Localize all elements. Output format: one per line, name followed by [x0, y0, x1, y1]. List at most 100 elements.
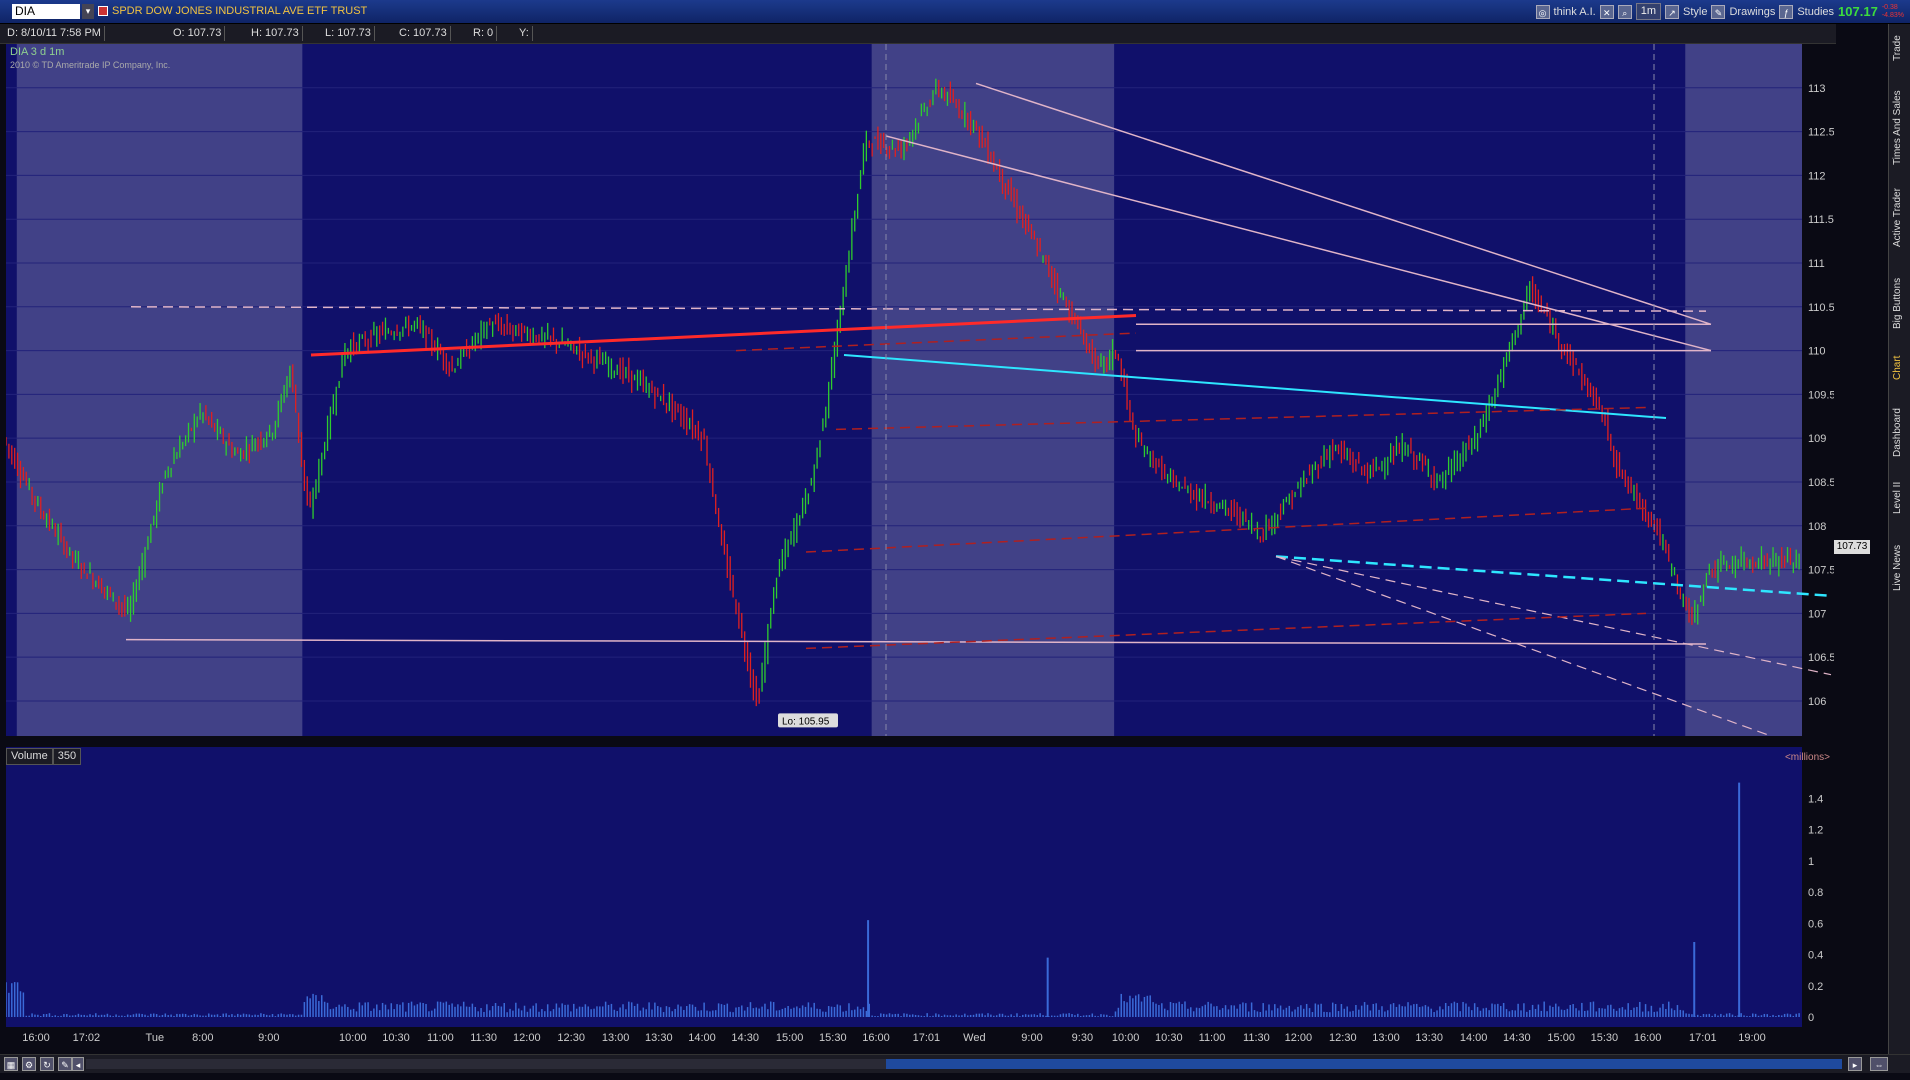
price-tick-label: 107 — [1808, 608, 1826, 620]
time-tick-label: 15:30 — [1590, 1032, 1619, 1044]
info-open: O: 107.73 — [170, 26, 226, 41]
info-range: R: 0 — [470, 26, 498, 41]
time-tick-label: 11:00 — [1198, 1032, 1226, 1044]
chart-title: DIA 3 d 1m — [10, 46, 65, 58]
scroll-left-icon[interactable]: ◂ — [72, 1057, 84, 1071]
info-y: Y: — [516, 26, 533, 41]
time-tick-label: 14:30 — [731, 1032, 759, 1044]
crosshair-icon[interactable]: ✕ — [1599, 4, 1614, 19]
time-tick-label: 16:00 — [862, 1032, 890, 1044]
tab-chart[interactable]: Chart — [1892, 348, 1908, 388]
time-tick-label: 12:00 — [1284, 1032, 1313, 1044]
change-percent: -4.83% — [1881, 11, 1904, 19]
tab-live-news[interactable]: Live News — [1892, 533, 1908, 603]
time-tick-label: 16:00 — [1633, 1032, 1662, 1044]
volume-title[interactable]: Volume — [6, 748, 53, 765]
flag-icon[interactable] — [98, 6, 108, 16]
time-tick-label: 17:01 — [912, 1032, 941, 1044]
symbol-dropdown-icon[interactable]: ▾ — [82, 4, 94, 19]
price-tick-label: 106 — [1808, 696, 1826, 708]
time-tick-label: 10:30 — [382, 1032, 410, 1044]
time-tick-label: 10:30 — [1155, 1032, 1183, 1044]
tab-big-buttons[interactable]: Big Buttons — [1892, 268, 1908, 338]
extended-hours-region-0 — [16, 44, 303, 736]
tab-level-ii[interactable]: Level II — [1892, 473, 1908, 523]
price-tick-label: 107.5 — [1808, 565, 1834, 577]
price-change: -0.38 -4.83% — [1882, 4, 1904, 20]
time-tick-label: 11:30 — [470, 1032, 497, 1044]
time-tick-label: 15:00 — [1547, 1032, 1575, 1044]
top-toolbar: DIA ▾ SPDR DOW JONES INDUSTRIAL AVE ETF … — [0, 0, 1910, 24]
price-tick-label: 112.5 — [1808, 127, 1834, 139]
time-tick-label: 14:00 — [1459, 1032, 1488, 1044]
studies-button[interactable]: Studies — [1797, 6, 1834, 18]
time-tick-label: 9:00 — [1021, 1032, 1043, 1044]
pencil-icon[interactable]: ✎ — [58, 1057, 72, 1071]
price-tick-label: 108 — [1808, 521, 1826, 533]
time-tick-label: 16:00 — [22, 1032, 50, 1044]
current-price-tag: 107.73 — [1834, 540, 1870, 554]
price-tick-label: 108.5 — [1808, 477, 1834, 489]
drawings-button[interactable]: Drawings — [1729, 6, 1775, 18]
low-label: Lo: 105.95 — [782, 716, 830, 727]
tab-dashboard[interactable]: Dashboard — [1892, 403, 1908, 463]
volume-tick-label: 0.6 — [1808, 918, 1823, 930]
volume-chart[interactable]: 1.4 1.2 1 0.8 0.6 0.4 0.2 0 — [6, 747, 1834, 1027]
time-tick-label: 12:30 — [1329, 1032, 1357, 1044]
time-tick-label: 10:00 — [1111, 1032, 1140, 1044]
time-tick-label: 12:30 — [557, 1032, 585, 1044]
interval-button[interactable]: 1m — [1635, 3, 1662, 20]
settings-icon[interactable]: ⚙ — [22, 1057, 36, 1071]
volume-tick-label: 0 — [1808, 1012, 1814, 1024]
scroll-track[interactable] — [86, 1059, 1842, 1069]
copyright-text: 2010 © TD Ameritrade IP Company, Inc. — [10, 60, 171, 70]
style-button[interactable]: Style — [1683, 6, 1707, 18]
volume-chart-svg[interactable]: 1.4 1.2 1 0.8 0.6 0.4 0.2 0 — [6, 747, 1834, 1027]
symbol-input[interactable]: DIA — [12, 4, 80, 19]
price-tick-label: 111 — [1808, 258, 1825, 270]
think-button[interactable]: think A.I. — [1554, 6, 1596, 18]
time-tick-label: 15:00 — [775, 1032, 804, 1044]
volume-header: Volume 350 — [6, 748, 82, 765]
tab-active-trader[interactable]: Active Trader — [1892, 178, 1908, 258]
price-tick-label: 110.5 — [1808, 302, 1834, 314]
zoom-icon[interactable]: ⌕ — [1617, 4, 1632, 19]
extended-hours-region-2 — [1685, 44, 1802, 736]
style-icon[interactable]: ↗ — [1665, 4, 1680, 19]
time-tick-label: 14:30 — [1503, 1032, 1531, 1044]
time-tick-label: 12:00 — [513, 1032, 541, 1044]
price-tick-label: 110 — [1808, 346, 1826, 358]
right-tab-bar: Trade Times And Sales Active Trader Big But… — [1888, 24, 1910, 1054]
time-tick-label: 11:00 — [427, 1032, 454, 1044]
drawings-icon[interactable]: ✎ — [1711, 4, 1726, 19]
time-tick-label: Wed — [963, 1032, 986, 1044]
price-tick-label: 111.5 — [1808, 214, 1834, 226]
tab-times-and-sales[interactable]: Times And Sales — [1892, 88, 1908, 168]
extended-hours-region-1 — [871, 44, 1115, 736]
toolbar-right-group: ◎ think A.I. ✕ ⌕ 1m ↗ Style ✎ Drawings ƒ… — [1535, 3, 1904, 20]
info-low: L: 107.73 — [322, 26, 375, 41]
time-tick-label: 13:30 — [645, 1032, 673, 1044]
time-tick-label: 11:30 — [1243, 1032, 1270, 1044]
time-tick-label: 19:00 — [1738, 1032, 1766, 1044]
refresh-icon[interactable]: ↻ — [40, 1057, 54, 1071]
volume-tick-label: 0.8 — [1808, 887, 1823, 899]
studies-icon[interactable]: ƒ — [1779, 4, 1794, 19]
symbol-description: SPDR DOW JONES INDUSTRIAL AVE ETF TRUST — [112, 5, 368, 17]
think-icon[interactable]: ◎ — [1535, 4, 1550, 19]
info-bar: D: 8/10/11 7:58 PM O: 107.73 H: 107.73 L… — [0, 24, 1836, 44]
scroll-thumb[interactable] — [886, 1059, 1842, 1069]
price-chart[interactable]: 113 112.5 112 111.5 111 110.5 110 109.5 109 108.5… — [6, 44, 1834, 736]
tab-trade[interactable]: Trade — [1892, 28, 1908, 68]
grid-icon[interactable]: ▦ — [4, 1057, 18, 1071]
time-tick-label: 15:30 — [819, 1032, 847, 1044]
price-tick-label: 109 — [1808, 433, 1826, 445]
price-tick-label: 109.5 — [1808, 389, 1834, 401]
price-chart-svg[interactable]: 113 112.5 112 111.5 111 110.5 110 109.5 109 108.5… — [6, 44, 1834, 736]
scroll-right-icon[interactable]: ▸ — [1848, 1057, 1862, 1071]
price-tick-label: 106.5 — [1808, 652, 1834, 664]
volume-unit: <millions> — [1784, 752, 1830, 763]
price-tick-label: 113 — [1808, 83, 1826, 95]
chart-scrollbar[interactable]: ▦ ⚙ ↻ ✎ ◂ ▸ ⇔ — [0, 1054, 1910, 1073]
expand-icon[interactable]: ⇔ — [1870, 1057, 1888, 1071]
